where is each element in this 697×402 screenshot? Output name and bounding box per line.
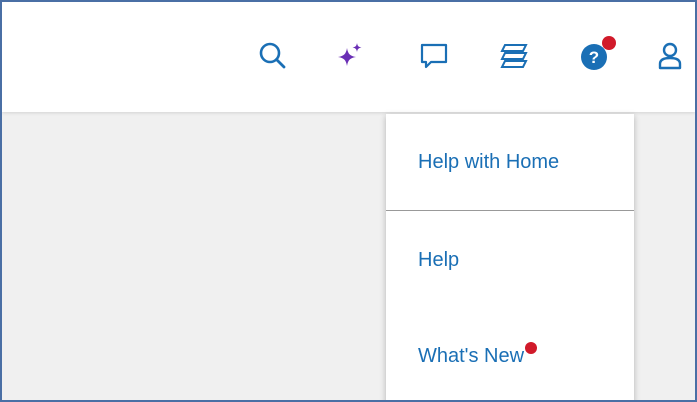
search-button[interactable] — [254, 38, 290, 74]
ai-assistant-button[interactable] — [332, 38, 368, 74]
search-icon — [259, 42, 286, 69]
menu-item-label: Help — [418, 248, 460, 271]
help-dropdown-menu: Help with Home Help What's New — [386, 114, 634, 400]
user-profile-button[interactable] — [652, 38, 688, 74]
menu-item-label: What's New — [418, 344, 525, 367]
chat-icon — [420, 43, 448, 69]
sparkle-icon — [338, 43, 362, 66]
menu-item-label: Help with Home — [418, 150, 560, 173]
chat-button[interactable] — [416, 38, 452, 74]
help-button[interactable]: ? — [576, 36, 616, 74]
menu-item-help-with-home[interactable]: Help with Home — [386, 132, 634, 192]
top-header: ? — [2, 2, 695, 112]
menu-item-whats-new[interactable]: What's New — [386, 326, 634, 386]
layers-icon — [500, 44, 528, 68]
svg-text:?: ? — [589, 48, 599, 67]
help-notification-badge — [602, 36, 616, 50]
new-notification-dot — [525, 342, 538, 354]
user-icon — [658, 42, 682, 70]
layers-button[interactable] — [496, 38, 532, 74]
menu-item-help[interactable]: Help — [386, 230, 634, 290]
app-frame: ? Help with Home Help What's New — [0, 0, 697, 402]
menu-divider — [386, 210, 634, 211]
